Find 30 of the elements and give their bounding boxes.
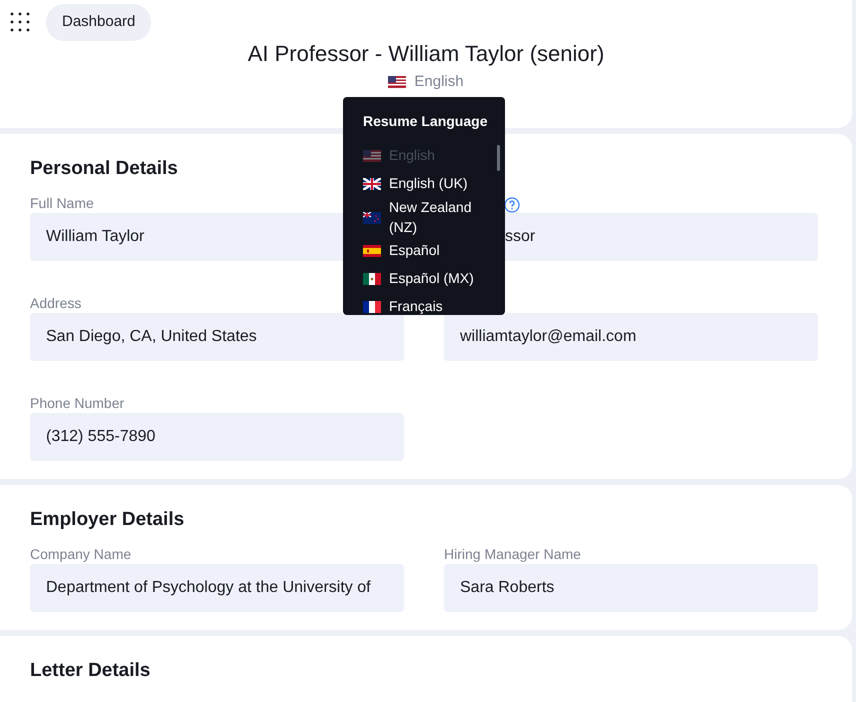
language-option[interactable]: English (UK) (363, 170, 483, 198)
flag-icon (388, 76, 406, 88)
flag-icon (363, 212, 381, 224)
help-icon[interactable] (504, 196, 520, 213)
section-title: Personal Details (30, 158, 178, 182)
text-field[interactable]: williamtaylor@email.com (444, 313, 818, 362)
field-label: Address (30, 295, 82, 312)
text-field[interactable]: San Diego, CA, United States (30, 313, 404, 362)
section-title: Employer Details (30, 509, 184, 532)
language-option[interactable]: Français (363, 293, 483, 315)
text-field[interactable]: (312) 555-7890 (30, 413, 404, 462)
flag-icon (363, 150, 381, 162)
page-title: AI Professor - William Taylor (senior) (246, 40, 606, 67)
flag-icon (363, 273, 381, 286)
dashboard-button[interactable]: Dashboard (46, 4, 152, 40)
language-selector[interactable]: English (414, 70, 464, 94)
flag-icon (363, 245, 381, 258)
field-label: Phone Number (30, 395, 124, 412)
scrollbar-thumb[interactable] (497, 145, 500, 171)
menu-title: Resume Language (363, 112, 488, 131)
apps-grid-icon[interactable] (10, 12, 30, 32)
field-label: Hiring Manager Name (444, 546, 581, 562)
flag-icon (363, 178, 381, 190)
field-label: Full Name (30, 195, 94, 212)
text-field[interactable]: Sara Roberts (444, 564, 818, 612)
field-label: Company Name (30, 546, 132, 562)
flag-icon (363, 301, 381, 314)
language-option[interactable]: Español (MX) (363, 265, 483, 294)
text-field[interactable]: Department of Psychology at the University of (30, 564, 404, 612)
section-title: Letter Details (30, 660, 150, 684)
